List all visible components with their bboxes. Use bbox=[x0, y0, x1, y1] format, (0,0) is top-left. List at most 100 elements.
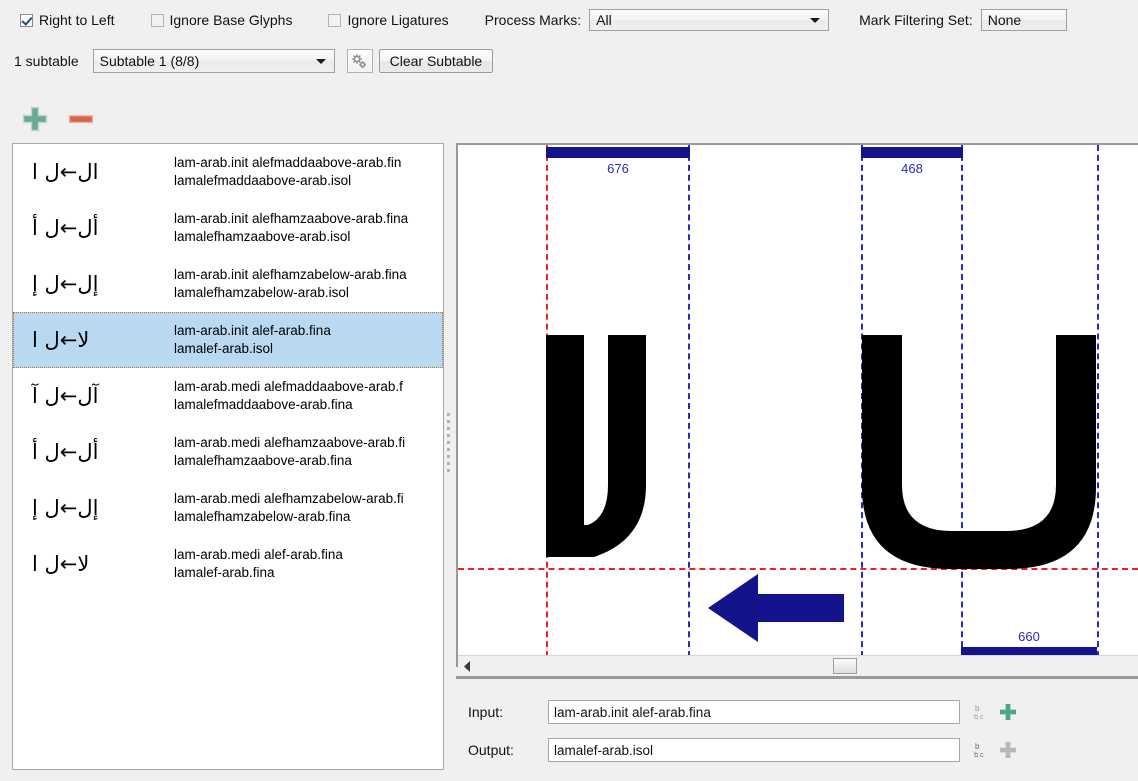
ligature-glyph-preview: إل←ل إ bbox=[32, 272, 99, 296]
ligature-source-names: lam-arab.medi alef-arab.fina bbox=[174, 547, 343, 562]
ignore-ligatures-label: Ignore Ligatures bbox=[347, 12, 449, 28]
svg-text:c: c bbox=[980, 714, 984, 721]
right-to-left-checkbox-box[interactable] bbox=[20, 13, 33, 27]
add-output-button bbox=[1000, 742, 1016, 758]
ignore-ligatures-checkbox-box[interactable] bbox=[328, 13, 342, 27]
scroll-left-arrow-icon[interactable] bbox=[460, 659, 474, 673]
chevron-down-icon bbox=[315, 59, 326, 64]
list-item[interactable]: أل←ل أ lam-arab.medi alefhamzaabove-arab.… bbox=[13, 424, 443, 480]
ligature-result-name: lamalef-arab.isol bbox=[174, 341, 274, 356]
ligature-source-names: lam-arab.init alefhamzaabove-arab.fina bbox=[174, 211, 409, 226]
source-glyph-lam bbox=[862, 335, 1096, 569]
mark-filtering-set-value: None bbox=[987, 12, 1022, 28]
ligature-glyph-preview: أل←ل أ bbox=[32, 440, 99, 464]
subtable-settings-button[interactable] bbox=[346, 49, 373, 73]
svg-text:c: c bbox=[980, 752, 984, 759]
output-label: Output: bbox=[468, 742, 514, 758]
output-field[interactable] bbox=[548, 738, 960, 762]
ligature-list-body: ال←ل ا lam-arab.init alefmaddaabove-arab.… bbox=[13, 144, 443, 592]
svg-text:ե: ե bbox=[974, 751, 978, 759]
list-item[interactable]: آل←ل آ lam-arab.medi alefmaddaabove-arab.… bbox=[13, 368, 443, 424]
list-item[interactable]: لا←ل ا lam-arab.medi alef-arab.fina lamale… bbox=[13, 536, 443, 592]
ligature-result-name: lamalefhamzaabove-arab.isol bbox=[174, 229, 351, 244]
ligature-glyph-preview: أل←ل أ bbox=[32, 216, 99, 240]
checkbox-right-to-left[interactable]: Right to Left bbox=[20, 10, 115, 30]
plus-icon[interactable] bbox=[20, 104, 50, 134]
mark-filtering-set-label: Mark Filtering Set: bbox=[859, 12, 973, 28]
svg-text:b: b bbox=[975, 704, 980, 713]
glyph-name-toggle-icon[interactable]: b ե c bbox=[972, 739, 990, 761]
svg-text:b: b bbox=[975, 742, 980, 751]
chevron-down-icon bbox=[810, 18, 821, 23]
ligature-glyph-preview: إل←ل إ bbox=[32, 496, 99, 520]
ligature-source-names: lam-arab.init alefhamzabelow-arab.fina bbox=[174, 267, 407, 282]
ligature-source-names: lam-arab.medi alefhamzabelow-arab.fi bbox=[174, 491, 404, 506]
right-to-left-label: Right to Left bbox=[39, 12, 115, 28]
subtable-count-label: 1 subtable bbox=[14, 53, 79, 69]
ligature-source-names: lam-arab.medi alefmaddaabove-arab.f bbox=[174, 379, 403, 394]
ignore-base-glyphs-checkbox-box[interactable] bbox=[150, 13, 164, 27]
list-item[interactable]: إل←ل إ lam-arab.init alefhamzabelow-arab.… bbox=[13, 256, 443, 312]
ligature-names: lam-arab.medi alefhamzaabove-arab.fi lama… bbox=[174, 434, 442, 470]
ligature-names: lam-arab.init alefmaddaabove-arab.fin lam… bbox=[174, 154, 442, 190]
preview-horizontal-scrollbar[interactable] bbox=[458, 655, 1138, 675]
measure-bar-676 bbox=[546, 147, 690, 158]
clear-subtable-button[interactable]: Clear Subtable bbox=[378, 49, 494, 73]
list-item[interactable]: إل←ل إ lam-arab.medi alefhamzabelow-arab.… bbox=[13, 480, 443, 536]
ligature-result-name: lamalefmaddaabove-arab.fina bbox=[174, 397, 353, 412]
ligature-result-name: lamalefhamzaabove-arab.fina bbox=[174, 453, 352, 468]
toolbar-row-subtable: 1 subtable Subtable 1 (8/8) Clear Subtab… bbox=[0, 42, 1138, 80]
ligature-list-panel[interactable]: ال←ل ا lam-arab.init alefmaddaabove-arab.… bbox=[12, 143, 444, 770]
minus-icon[interactable] bbox=[66, 104, 96, 134]
ligature-glyph-preview: لا←ل ا bbox=[32, 552, 90, 576]
ligature-result-name: lamalefhamzabelow-arab.isol bbox=[174, 285, 349, 300]
add-input-button[interactable] bbox=[998, 702, 1018, 722]
input-label: Input: bbox=[468, 704, 504, 720]
checkbox-ignore-base-glyphs[interactable]: Ignore Base Glyphs bbox=[150, 10, 293, 30]
horizontal-scroll-thumb[interactable] bbox=[833, 658, 857, 674]
measure-label-676: 676 bbox=[607, 161, 629, 176]
subtable-dropdown[interactable]: Subtable 1 (8/8) bbox=[92, 49, 335, 73]
ligature-source-names: lam-arab.init alef-arab.fina bbox=[174, 323, 331, 338]
ligature-glyph-preview: آل←ل آ bbox=[32, 384, 99, 408]
input-row: Input: b ե c bbox=[456, 697, 1138, 727]
result-glyph-lamalef bbox=[546, 335, 646, 557]
ligature-glyph-preview: ال←ل ا bbox=[32, 160, 99, 184]
ligature-substitution-editor: Right to Left Ignore Base Glyphs Ignore … bbox=[0, 0, 1138, 781]
measure-bar-468 bbox=[861, 147, 963, 158]
ligature-result-name: lamalefhamzabelow-arab.fina bbox=[174, 509, 351, 524]
svg-text:ե: ե bbox=[974, 713, 978, 721]
process-marks-value: All bbox=[596, 12, 612, 28]
ligature-source-names: lam-arab.medi alefhamzaabove-arab.fi bbox=[174, 435, 406, 450]
subtable-value: Subtable 1 (8/8) bbox=[99, 53, 200, 69]
preview-panel-bottom-edge bbox=[456, 676, 1138, 679]
panel-splitter[interactable] bbox=[444, 143, 454, 770]
measure-label-660: 660 bbox=[1018, 629, 1040, 644]
ligature-result-name: lamalefmaddaabove-arab.isol bbox=[174, 173, 352, 188]
checkbox-ignore-ligatures[interactable]: Ignore Ligatures bbox=[328, 10, 449, 30]
output-row: Output: b ե c bbox=[456, 735, 1138, 765]
ligature-names: lam-arab.medi alefmaddaabove-arab.f lamal… bbox=[174, 378, 442, 414]
ligature-source-names: lam-arab.init alefmaddaabove-arab.fin bbox=[174, 155, 402, 170]
glyph-preview-panel[interactable]: 676 468 660 bbox=[456, 143, 1138, 667]
ligature-names: lam-arab.init alefhamzabelow-arab.fina la… bbox=[174, 266, 442, 302]
splitter-grip-icon bbox=[447, 413, 451, 477]
list-item[interactable]: أل←ل أ lam-arab.init alefhamzaabove-arab.… bbox=[13, 200, 443, 256]
ligature-names: lam-arab.init alef-arab.fina lamalef-arab… bbox=[174, 322, 442, 358]
ignore-base-glyphs-label: Ignore Base Glyphs bbox=[169, 12, 293, 28]
io-form-panel: Input: b ե c Output: b ե c bbox=[456, 683, 1138, 781]
left-arrow-icon bbox=[708, 574, 844, 642]
ligature-names: lam-arab.medi alef-arab.fina lamalef-arab… bbox=[174, 546, 442, 582]
glyph-name-toggle-icon[interactable]: b ե c bbox=[972, 701, 990, 723]
add-remove-toolbar bbox=[20, 104, 96, 134]
input-field[interactable] bbox=[548, 700, 960, 724]
ligature-names: lam-arab.medi alefhamzabelow-arab.fi lama… bbox=[174, 490, 442, 526]
ligature-result-name: lamalef-arab.fina bbox=[174, 565, 275, 580]
process-marks-dropdown[interactable]: All bbox=[589, 9, 830, 31]
list-item[interactable]: ال←ل ا lam-arab.init alefmaddaabove-arab.… bbox=[13, 144, 443, 200]
mark-filtering-set-dropdown[interactable]: None bbox=[980, 9, 1067, 31]
ligature-glyph-preview: لا←ل ا bbox=[32, 328, 90, 352]
measure-label-468: 468 bbox=[901, 161, 923, 176]
ligature-names: lam-arab.init alefhamzaabove-arab.fina la… bbox=[174, 210, 442, 246]
list-item[interactable]: لا←ل ا lam-arab.init alef-arab.fina lamale… bbox=[13, 312, 443, 368]
